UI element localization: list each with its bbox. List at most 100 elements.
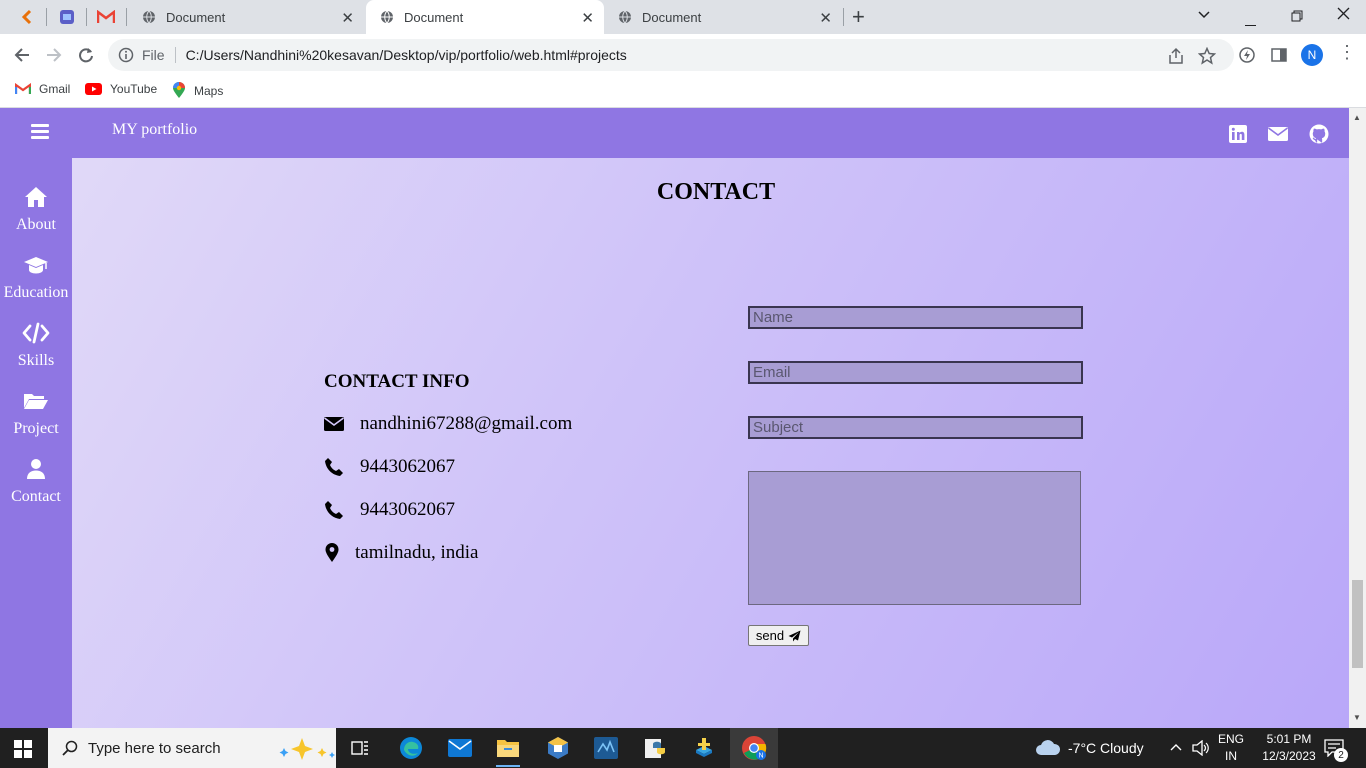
tab-title: Document xyxy=(642,9,702,25)
contact-phone: 9443062067 xyxy=(360,456,455,477)
pinned-app-icon[interactable] xyxy=(55,5,79,29)
back-button[interactable] xyxy=(11,44,33,66)
tab-document-2[interactable]: Document ✕ xyxy=(366,0,604,34)
nav-label: Contact xyxy=(11,488,61,505)
side-panel-icon[interactable] xyxy=(1270,46,1288,64)
restore-button[interactable] xyxy=(1291,9,1303,25)
tab-document-3[interactable]: Document ✕ xyxy=(604,0,842,34)
contact-email-row: nandhini67288@gmail.com xyxy=(324,413,572,435)
page-viewport: MY portfolio About Education Skills Proj… xyxy=(0,108,1349,728)
phone-icon xyxy=(325,501,343,519)
contact-location: tamilnadu, india xyxy=(355,542,479,563)
bookmark-label: YouTube xyxy=(110,82,158,96)
mail-icon[interactable] xyxy=(446,734,474,762)
globe-icon xyxy=(381,10,393,24)
gmail-tab-icon[interactable] xyxy=(94,5,118,29)
email-input[interactable] xyxy=(748,361,1083,384)
bookmark-label: Gmail xyxy=(39,82,71,96)
windows-taskbar: Type here to search N -7°C Cloudy ENG IN… xyxy=(0,728,1366,768)
clock-time[interactable]: 5:01 PM xyxy=(1252,732,1326,746)
close-tab-icon[interactable]: ✕ xyxy=(819,9,832,27)
brand-title: MY portfolio xyxy=(112,121,198,138)
nav-about[interactable]: About xyxy=(0,186,72,234)
nav-project[interactable]: Project xyxy=(0,390,72,438)
send-button[interactable]: send xyxy=(748,625,809,646)
nav-label: Project xyxy=(13,420,59,437)
graduation-cap-icon xyxy=(24,257,48,274)
subject-input[interactable] xyxy=(748,416,1083,439)
task-view-icon[interactable] xyxy=(346,734,374,762)
profile-avatar[interactable]: N xyxy=(1301,44,1323,66)
extensions-icon[interactable] xyxy=(1238,46,1256,64)
close-tab-icon[interactable]: ✕ xyxy=(341,9,354,27)
chrome-menu-icon[interactable]: ⋮ xyxy=(1338,43,1356,61)
bookmarks-bar: Gmail YouTube Maps xyxy=(0,76,1366,108)
python-idle-icon[interactable] xyxy=(641,734,669,762)
github-icon[interactable] xyxy=(1309,124,1329,144)
address-bar[interactable]: File C:/Users/Nandhini%20kesavan/Desktop… xyxy=(108,39,1234,71)
tab-separator xyxy=(126,8,127,26)
nav-skills[interactable]: Skills xyxy=(0,322,72,370)
url-text[interactable]: C:/Users/Nandhini%20kesavan/Desktop/vip/… xyxy=(186,47,627,63)
windows-start-icon[interactable] xyxy=(14,740,32,758)
scrollbar-thumb[interactable] xyxy=(1352,580,1363,668)
bookmark-gmail[interactable]: Gmail xyxy=(15,82,70,96)
bookmark-youtube[interactable]: YouTube xyxy=(85,82,157,96)
virtualbox-icon[interactable] xyxy=(544,734,572,762)
page-scrollbar[interactable]: ▲ ▼ xyxy=(1349,108,1366,728)
section-title: CONTACT xyxy=(656,179,776,205)
contact-phone-row: 9443062067 xyxy=(324,499,455,521)
youtube-icon xyxy=(85,83,102,95)
tab-search-dropdown-icon[interactable] xyxy=(1198,6,1210,22)
home-icon xyxy=(25,187,47,207)
bookmark-label: Maps xyxy=(194,83,224,98)
search-icon xyxy=(62,740,78,756)
svg-text:N: N xyxy=(758,753,763,760)
app-installer-icon[interactable] xyxy=(690,734,718,762)
file-explorer-icon[interactable] xyxy=(494,734,522,767)
taskbar-search[interactable]: Type here to search xyxy=(48,728,336,768)
visual-studio-code-icon[interactable] xyxy=(592,734,620,762)
tab-document-1[interactable]: Document ✕ xyxy=(128,0,364,34)
linkedin-icon[interactable] xyxy=(1228,124,1248,144)
nav-contact[interactable]: Contact xyxy=(0,458,72,506)
folder-open-icon xyxy=(24,394,48,409)
nav-label: Skills xyxy=(17,352,55,369)
weather-cloud-icon[interactable] xyxy=(1035,740,1061,756)
tab-separator xyxy=(86,8,87,26)
volume-icon[interactable] xyxy=(1192,740,1210,756)
scroll-up-arrow-icon[interactable]: ▲ xyxy=(1353,113,1361,122)
globe-icon xyxy=(143,10,155,24)
show-hidden-icons-icon[interactable] xyxy=(1170,743,1182,751)
minimize-button[interactable] xyxy=(1245,14,1256,30)
maps-icon xyxy=(173,82,185,98)
chrome-icon[interactable]: N xyxy=(740,734,768,762)
tab-search-icon[interactable] xyxy=(16,5,40,29)
new-tab-button[interactable]: + xyxy=(852,4,865,30)
bookmark-maps[interactable]: Maps xyxy=(172,82,223,99)
envelope-icon[interactable] xyxy=(1268,124,1288,144)
scroll-down-arrow-icon[interactable]: ▼ xyxy=(1353,713,1361,722)
forward-button[interactable] xyxy=(43,44,65,66)
info-icon[interactable] xyxy=(118,47,134,63)
nav-education[interactable]: Education xyxy=(0,254,72,302)
clock-date[interactable]: 12/3/2023 xyxy=(1252,749,1326,763)
name-input[interactable] xyxy=(748,306,1083,329)
contact-phone-row: 9443062067 xyxy=(324,456,455,478)
map-marker-icon xyxy=(325,543,339,562)
search-placeholder: Type here to search xyxy=(88,739,221,757)
contact-location-row: tamilnadu, india xyxy=(325,542,478,564)
language-bottom[interactable]: IN xyxy=(1216,749,1246,763)
close-tab-icon[interactable]: ✕ xyxy=(581,9,594,27)
send-label: send xyxy=(755,628,785,643)
message-textarea[interactable] xyxy=(748,471,1081,605)
hamburger-menu-icon[interactable] xyxy=(31,124,49,140)
language-top[interactable]: ENG xyxy=(1216,732,1246,746)
weather-text[interactable]: -7°C Cloudy xyxy=(1068,740,1144,756)
edge-icon[interactable] xyxy=(397,734,425,762)
close-window-button[interactable] xyxy=(1337,7,1350,23)
bookmark-star-icon[interactable] xyxy=(1198,47,1216,65)
share-icon[interactable] xyxy=(1167,47,1185,65)
reload-button[interactable] xyxy=(75,44,97,66)
tab-separator xyxy=(843,8,844,26)
